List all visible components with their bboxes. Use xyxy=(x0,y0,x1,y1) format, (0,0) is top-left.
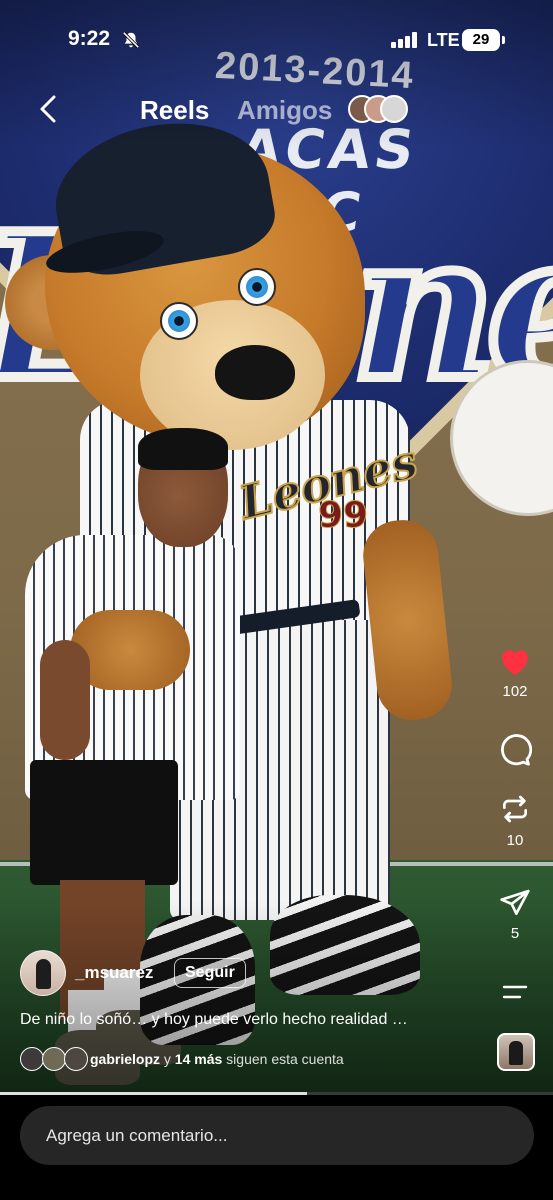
avatar xyxy=(20,1047,44,1071)
boy-hair xyxy=(138,428,228,470)
mascot-jersey-number: 99 xyxy=(317,495,369,537)
repost-icon xyxy=(503,795,527,823)
more-button[interactable] xyxy=(490,982,540,1002)
share-count: 5 xyxy=(510,925,520,942)
status-time: 9:22 xyxy=(68,27,111,50)
battery-icon: 29 xyxy=(462,29,505,51)
like-button[interactable]: 102 xyxy=(490,645,540,700)
avatar xyxy=(380,95,408,123)
followed-by-others: 14 más xyxy=(174,1051,223,1067)
tab-reels[interactable]: Reels xyxy=(140,95,209,126)
boy-arm xyxy=(40,640,90,760)
post-caption[interactable]: De niño lo soñó… y hoy puede verlo hecho… xyxy=(20,1011,480,1029)
chevron-left-icon[interactable] xyxy=(34,92,64,126)
followed-by-text: gabrielopz y 14 más siguen esta cuenta xyxy=(90,1051,344,1067)
like-count: 102 xyxy=(502,683,528,700)
status-bar: 9:22 LTE 29 xyxy=(0,0,553,84)
friends-avatars[interactable] xyxy=(348,95,418,123)
followed-by-suffix: siguen esta cuenta xyxy=(226,1051,344,1067)
followed-by-connector: y xyxy=(163,1051,171,1067)
follow-button[interactable]: Seguir xyxy=(174,958,246,988)
heart-filled-icon xyxy=(502,650,528,676)
comment-icon xyxy=(501,734,532,766)
signal-icon xyxy=(391,32,419,48)
followed-by-user: gabrielopz xyxy=(90,1051,161,1067)
repost-count: 10 xyxy=(506,832,524,849)
comment-input[interactable]: Agrega un comentario... xyxy=(20,1106,534,1165)
share-button[interactable]: 5 xyxy=(490,887,540,942)
author-avatar[interactable] xyxy=(20,950,66,996)
network-type: LTE xyxy=(427,30,460,50)
boy-shorts xyxy=(30,760,178,885)
mascot-nose xyxy=(215,345,295,400)
bell-muted-icon xyxy=(122,31,140,49)
repost-button[interactable]: 10 xyxy=(490,792,540,849)
avatar xyxy=(42,1047,66,1071)
send-icon xyxy=(500,889,530,915)
author-username[interactable]: _msuarez xyxy=(75,963,153,983)
mascot-eye xyxy=(160,302,198,340)
more-lines-icon xyxy=(502,985,528,999)
avatar xyxy=(64,1047,88,1071)
audio-thumbnail[interactable] xyxy=(497,1033,535,1071)
reel-video[interactable]: 2013-2014 ACAS BBC Leones Leones 99 xyxy=(0,0,553,1092)
comment-button[interactable] xyxy=(490,733,540,767)
mascot-eye xyxy=(238,268,276,306)
tab-amigos[interactable]: Amigos xyxy=(237,95,332,126)
